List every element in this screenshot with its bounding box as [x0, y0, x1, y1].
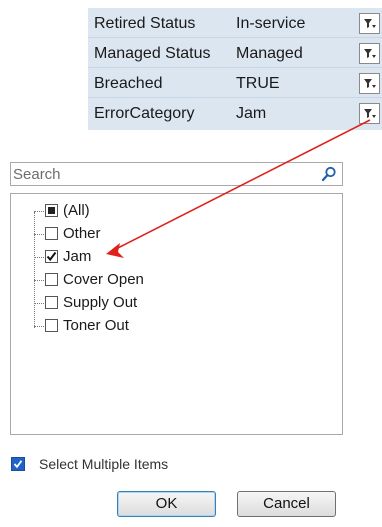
list-item-label: Toner Out [63, 317, 129, 334]
pivot-field-value: Jam [236, 105, 267, 122]
pivot-row-breached: Breached TRUE [88, 70, 382, 98]
checkbox[interactable] [45, 319, 58, 332]
list-item-label: Other [63, 225, 101, 242]
filter-dropdown-button[interactable] [359, 73, 380, 94]
tree-branch-line [34, 211, 44, 212]
cancel-button[interactable]: Cancel [237, 491, 336, 517]
list-item-cover-open[interactable]: Cover Open [34, 270, 334, 292]
list-item-label: Jam [63, 248, 92, 265]
checkmark-icon [46, 251, 57, 262]
list-item-supply-out[interactable]: Supply Out [34, 293, 334, 315]
select-multiple-checkbox[interactable] [11, 457, 25, 471]
ok-button[interactable]: OK [117, 491, 216, 517]
pivot-field-value: TRUE [236, 75, 280, 92]
list-item-toner-out[interactable]: Toner Out [34, 316, 334, 338]
list-item-jam[interactable]: Jam [34, 247, 334, 269]
list-item-label: Cover Open [63, 271, 144, 288]
checkbox[interactable] [45, 296, 58, 309]
pivot-field-value: In-service [236, 15, 306, 32]
select-multiple-label: Select Multiple Items [39, 456, 169, 472]
pivot-filter-table: Retired Status In-service Managed Status… [88, 8, 382, 130]
list-item-other[interactable]: Other [34, 224, 334, 246]
pivot-row-managed-status: Managed Status Managed [88, 40, 382, 68]
checkbox-partial[interactable] [45, 204, 58, 217]
filter-dropdown-button[interactable] [359, 103, 380, 124]
checkmark-icon [13, 460, 23, 469]
tree-branch-line [34, 303, 44, 304]
tree-branch-line [34, 257, 44, 258]
filter-dropdown-icon [364, 79, 376, 88]
pivot-row-retired-status: Retired Status In-service [88, 10, 382, 38]
tree-branch-line [34, 326, 44, 327]
list-item-all[interactable]: (All) [34, 201, 334, 223]
pivot-field-label: Breached [94, 75, 163, 92]
tree-branch-line [34, 234, 44, 235]
checkbox[interactable] [45, 273, 58, 286]
filter-dropdown-icon [364, 49, 376, 58]
list-item-label: Supply Out [63, 294, 138, 311]
checkbox-checked[interactable] [45, 250, 58, 263]
search-icon[interactable] [321, 166, 337, 182]
search-input[interactable] [13, 164, 313, 184]
filter-dropdown-icon [364, 19, 376, 28]
list-item-label: (All) [63, 202, 90, 219]
filter-dropdown-button[interactable] [359, 13, 380, 34]
pivot-field-label: ErrorCategory [94, 105, 195, 122]
filter-dropdown-button[interactable] [359, 43, 380, 64]
pivot-field-value: Managed [236, 45, 303, 62]
pivot-row-error-category: ErrorCategory Jam [88, 100, 382, 127]
pivot-field-label: Managed Status [94, 45, 211, 62]
filter-value-list[interactable]: (All) Other Jam Cover Open Supply Out To… [10, 193, 343, 435]
filter-dropdown-icon [364, 109, 376, 118]
pivot-field-label: Retired Status [94, 15, 196, 32]
tree-branch-line [34, 280, 44, 281]
select-multiple-option[interactable]: Select Multiple Items [11, 456, 271, 474]
checkbox[interactable] [45, 227, 58, 240]
search-box [10, 162, 343, 186]
